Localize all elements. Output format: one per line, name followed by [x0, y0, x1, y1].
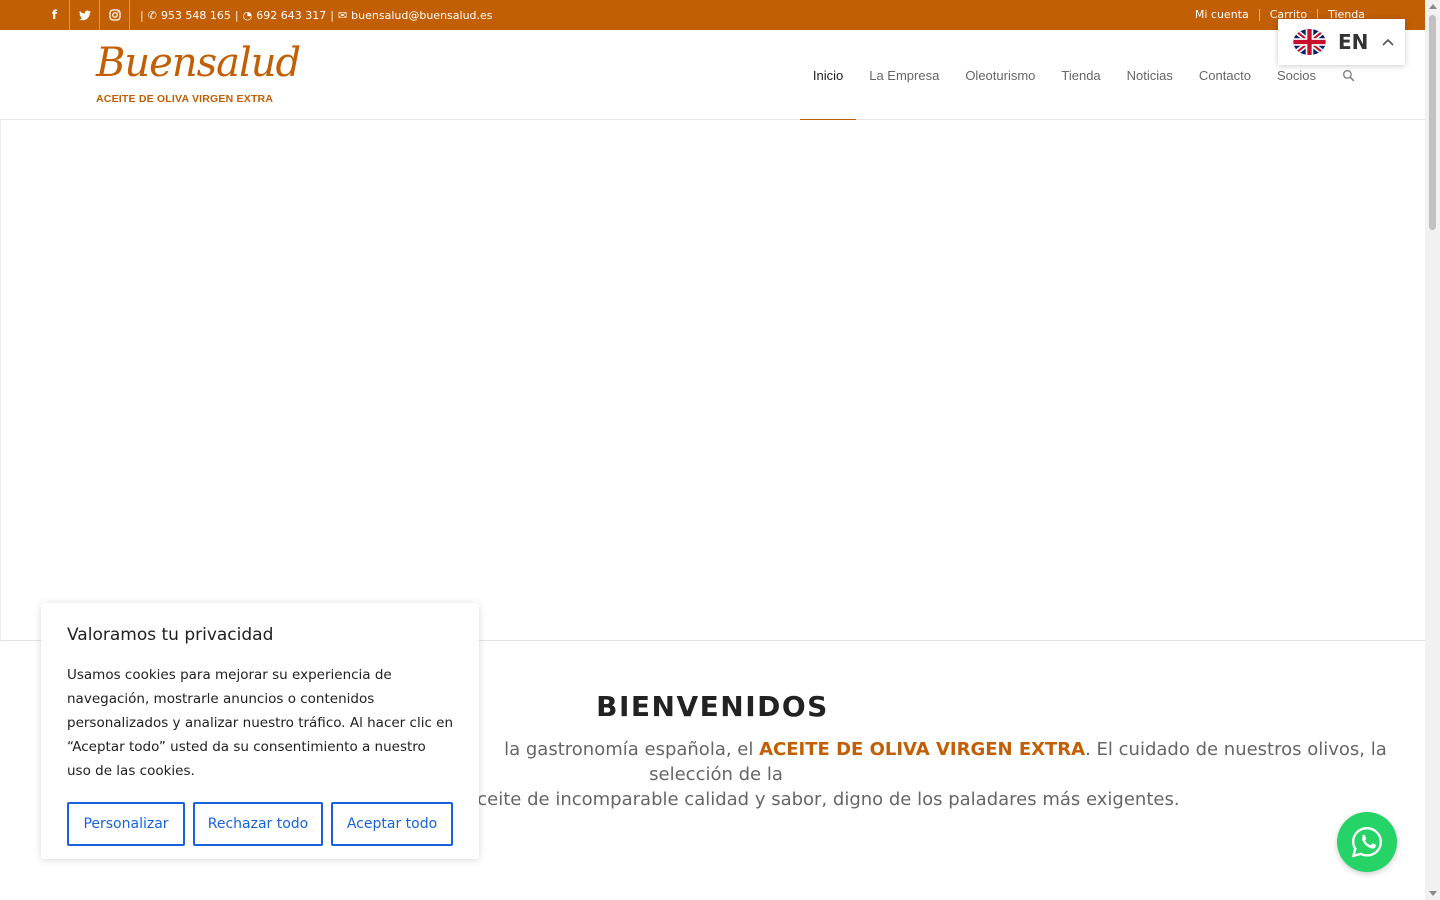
whatsapp-icon — [1351, 827, 1382, 858]
main-header: Buensalud ACEITE DE OLIVA VIRGEN EXTRA I… — [0, 30, 1425, 121]
language-code: EN — [1338, 30, 1369, 54]
whatsapp-icon: ◔ — [242, 8, 253, 22]
reject-all-button[interactable]: Rechazar todo — [193, 802, 323, 846]
nav-item-oleoturismo[interactable]: Oleoturismo — [952, 30, 1048, 120]
phone-icon: ✆ — [147, 8, 157, 22]
facebook-icon[interactable]: f — [40, 0, 70, 30]
logo-script: Buensalud — [96, 40, 301, 86]
cookie-consent-banner: Valoramos tu privacidad Usamos cookies p… — [41, 603, 479, 859]
contact-info: | ✆ 953 548 165 | ◔ 692 643 317 | ✉ buen… — [140, 8, 493, 22]
email-link[interactable]: buensalud@buensalud.es — [351, 9, 492, 22]
scroll-up-icon[interactable] — [1429, 4, 1437, 9]
cookie-text: Usamos cookies para mejorar su experienc… — [67, 667, 454, 779]
nav-item-inicio[interactable]: Inicio — [799, 30, 857, 121]
top-bar: f | ✆ 953 548 165 | ◔ 692 643 317 | ✉ bu… — [0, 0, 1425, 30]
social-links: f — [40, 0, 130, 30]
twitter-icon[interactable] — [70, 0, 100, 30]
scrollbar-thumb[interactable] — [1429, 15, 1436, 230]
phone-number[interactable]: 953 548 165 — [161, 9, 231, 22]
uk-flag-icon — [1293, 29, 1326, 55]
chevron-up-icon — [1382, 35, 1394, 49]
hero-slider — [0, 120, 1425, 641]
language-switcher[interactable]: EN — [1278, 19, 1405, 65]
whatsapp-number[interactable]: 692 643 317 — [256, 9, 326, 22]
nav-item-noticias[interactable]: Noticias — [1114, 30, 1186, 120]
nav-item-la-empresa[interactable]: La Empresa — [856, 30, 952, 120]
customize-button[interactable]: Personalizar — [67, 802, 185, 846]
scroll-down-icon[interactable] — [1429, 891, 1437, 896]
nav-item-tienda[interactable]: Tienda — [1048, 30, 1113, 120]
site-logo[interactable]: Buensalud ACEITE DE OLIVA VIRGEN EXTRA — [96, 37, 301, 112]
my-account-link[interactable]: Mi cuenta — [1185, 9, 1259, 21]
cookie-buttons: Personalizar Rechazar todo Aceptar todo — [67, 802, 453, 846]
accept-all-button[interactable]: Aceptar todo — [331, 802, 453, 846]
instagram-icon[interactable] — [100, 0, 130, 30]
nav-item-contacto[interactable]: Contacto — [1186, 30, 1264, 120]
cookie-title: Valoramos tu privacidad — [67, 625, 274, 645]
whatsapp-chat-button[interactable] — [1337, 812, 1397, 872]
page-scrollbar[interactable] — [1425, 0, 1440, 900]
logo-tagline: ACEITE DE OLIVA VIRGEN EXTRA — [96, 93, 274, 105]
email-icon: ✉ — [337, 8, 348, 22]
welcome-highlight: ACEITE DE OLIVA VIRGEN EXTRA — [759, 739, 1086, 760]
